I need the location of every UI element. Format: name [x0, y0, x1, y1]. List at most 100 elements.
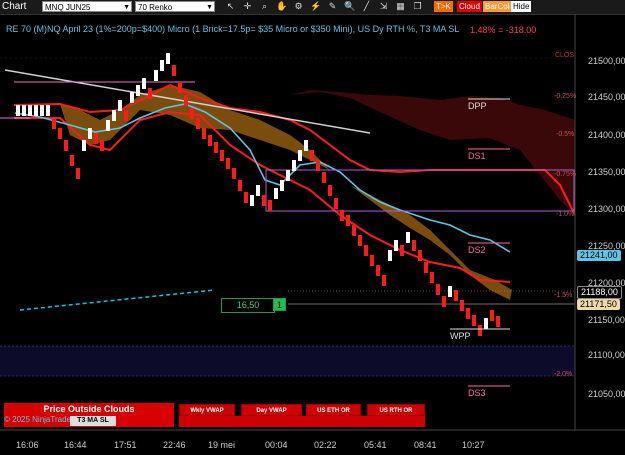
renko-brick-up	[280, 180, 284, 191]
renko-brick-down	[190, 108, 194, 119]
renko-brick-down	[322, 172, 326, 183]
renko-brick-down	[232, 168, 236, 179]
day-vwap-button[interactable]: Day VWAP	[241, 404, 302, 416]
renko-brick-up	[136, 85, 140, 96]
renko-brick-down	[436, 284, 440, 295]
renko-brick-down	[178, 82, 182, 93]
renko-brick-down	[64, 140, 68, 151]
price-tag-last: 21188,00	[577, 286, 622, 299]
renko-brick-down	[262, 195, 266, 206]
renko-brick-down	[496, 316, 500, 327]
price-tag-ma-text: 21241,00	[580, 250, 618, 260]
day-range-box	[265, 169, 575, 212]
renko-brick-up	[106, 120, 110, 131]
renko-brick-down	[172, 65, 176, 76]
renko-brick-down	[376, 265, 380, 276]
position-count-badge[interactable]: 1	[273, 298, 286, 311]
pnl-readout: 1.48% = -318.00	[470, 25, 537, 35]
renko-brick-down	[268, 200, 272, 211]
renko-brick-down	[352, 225, 356, 236]
time-axis-label: 16:44	[64, 440, 87, 450]
renko-brick-up	[112, 110, 116, 121]
level-ds1: DS1	[468, 151, 486, 161]
renko-bricks	[16, 53, 500, 336]
renko-brick-up	[16, 105, 20, 116]
price-tag-stop: 21171,50	[577, 299, 620, 310]
lower-shaded-band	[0, 346, 575, 376]
renko-brick-down	[430, 272, 434, 283]
renko-brick-down	[124, 110, 128, 121]
time-axis-label: 19 mei	[208, 440, 236, 450]
pct-label: -0.5%	[556, 131, 575, 138]
us-eth-or-button[interactable]: US ETH OR	[306, 404, 361, 416]
renko-brick-down	[100, 140, 104, 151]
renko-brick-down	[472, 315, 476, 326]
level-dpp: DPP	[468, 101, 487, 111]
level-wpp: WPP	[450, 331, 471, 341]
renko-brick-up	[142, 78, 146, 89]
renko-brick-down	[400, 245, 404, 256]
renko-brick-down	[58, 128, 62, 139]
price-axis-label: 21150,00	[588, 315, 625, 325]
pct-label: -0.75%	[554, 171, 577, 178]
renko-brick-down	[340, 210, 344, 221]
renko-brick-up	[118, 100, 122, 111]
price-chart[interactable]	[0, 0, 625, 455]
ichimoku-cloud	[13, 83, 576, 300]
time-axis-label: 22:46	[163, 440, 186, 450]
renko-brick-up	[22, 105, 26, 116]
price-axis-label: 21450,00	[588, 92, 625, 102]
renko-brick-down	[364, 245, 368, 256]
renko-brick-down	[442, 296, 446, 307]
renko-brick-down	[310, 150, 314, 161]
renko-brick-down	[370, 255, 374, 266]
price-tag-last-text: 21188,00	[581, 287, 618, 297]
time-axis-label: 05:41	[364, 440, 387, 450]
renko-brick-up	[448, 286, 452, 297]
renko-brick-down	[220, 150, 224, 161]
wkly-vwap-button[interactable]: Wkly VWAP	[179, 404, 235, 416]
pct-label: -2.0%	[554, 371, 573, 378]
t3-ma-sl-badge[interactable]: T3 MA SL	[70, 416, 116, 426]
renko-brick-down	[346, 215, 350, 226]
renko-brick-down	[208, 135, 212, 146]
renko-brick-up	[88, 128, 92, 139]
renko-brick-down	[244, 192, 248, 203]
renko-brick-down	[358, 235, 362, 246]
time-axis-label: 17:51	[114, 440, 137, 450]
time-axis-label: 02:22	[314, 440, 337, 450]
renko-brick-down	[184, 95, 188, 106]
renko-brick-down	[70, 155, 74, 166]
renko-brick-down	[454, 290, 458, 301]
time-axis-label: 08:41	[414, 440, 437, 450]
renko-brick-down	[334, 198, 338, 209]
pct-label: -1.5%	[554, 292, 573, 299]
renko-brick-up	[394, 240, 398, 251]
renko-brick-down	[466, 308, 470, 319]
price-tag-stop-text: 21171,50	[580, 299, 617, 309]
renko-brick-down	[226, 158, 230, 169]
renko-brick-down	[196, 118, 200, 129]
controls-lower-band	[179, 416, 425, 427]
price-tag-ma: 21241,00	[577, 250, 621, 261]
renko-brick-up	[256, 185, 260, 196]
renko-brick-down	[412, 240, 416, 251]
renko-brick-up	[40, 105, 44, 116]
time-axis-label: 16:06	[16, 440, 39, 450]
pct-label: -1.0%	[556, 211, 575, 218]
clos-label: CLOS	[555, 52, 575, 59]
price-axis-label: 21050,00	[588, 389, 625, 399]
pct-label: -0.25%	[554, 93, 577, 100]
level-ds2: DS2	[468, 245, 486, 255]
chart-title: RE 70 (M)NQ April 23 (1%=200p=$400) Micr…	[6, 24, 460, 34]
renko-brick-up	[154, 70, 158, 81]
vwap-line	[19, 289, 216, 311]
renko-brick-down	[328, 185, 332, 196]
renko-brick-down	[94, 133, 98, 144]
renko-brick-down	[418, 250, 422, 261]
us-rth-or-button[interactable]: US RTH OR	[367, 404, 425, 416]
order-quantity-box[interactable]: 16,50	[221, 298, 275, 313]
order-quantity-value: 16,50	[236, 300, 260, 310]
renko-brick-up	[406, 232, 410, 243]
renko-brick-up	[274, 188, 278, 199]
